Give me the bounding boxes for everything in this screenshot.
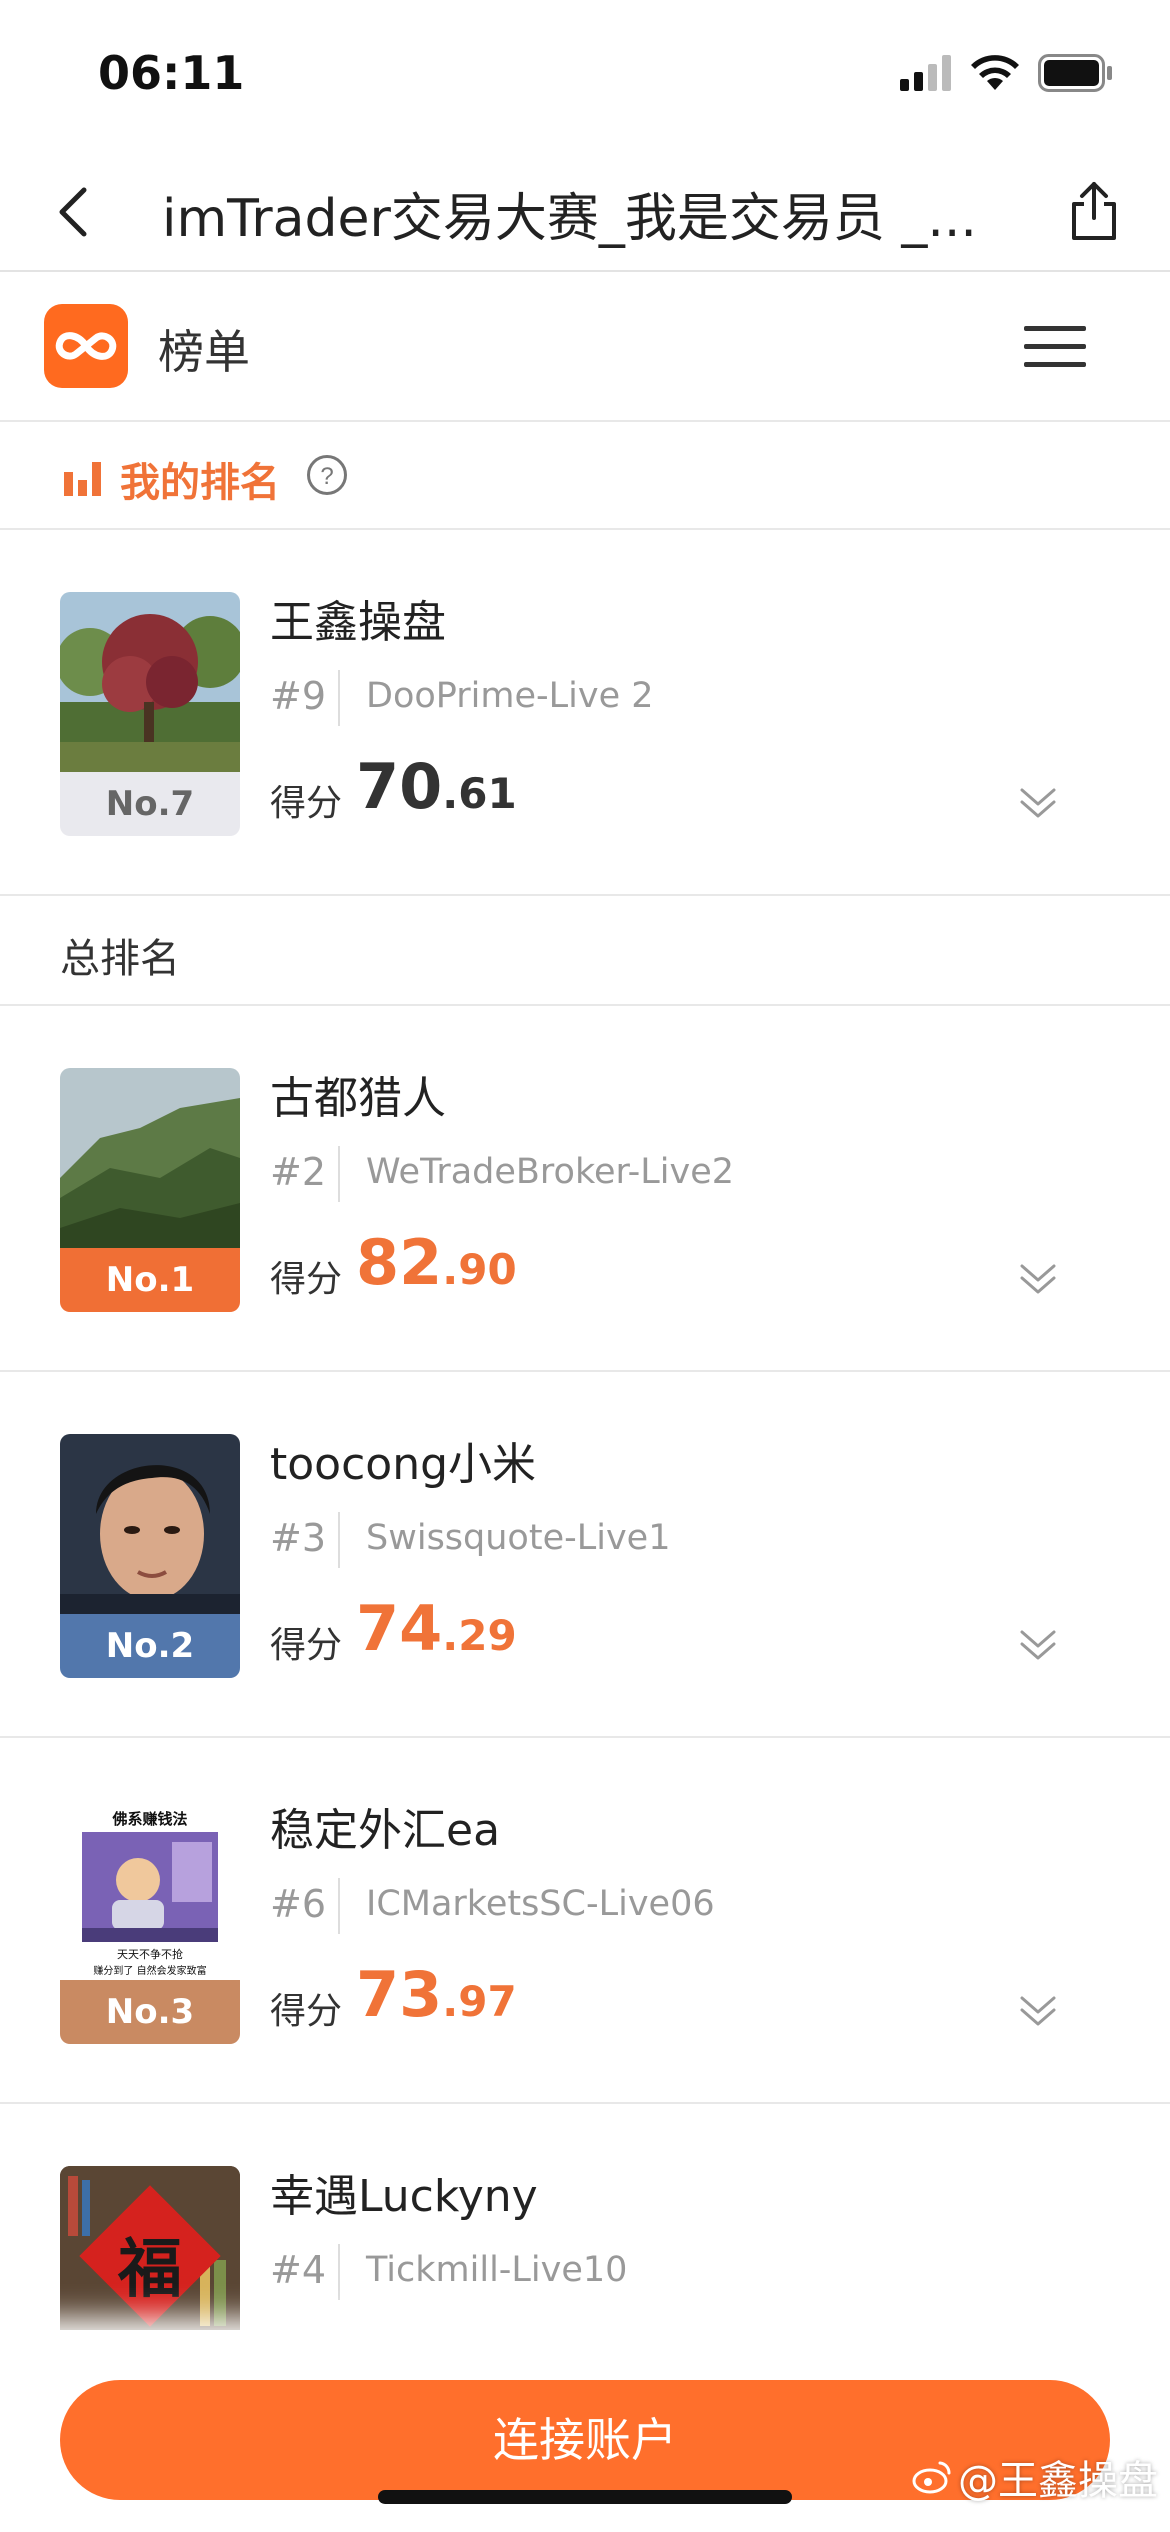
rank-number: #2 [270, 1150, 327, 1194]
rank-card[interactable]: 佛系赚钱法 天天不争不抢 赚分到了 自然会发家致富 No.3 稳定外汇ea #6… [0, 1738, 1170, 2104]
weibo-icon [912, 2461, 951, 2494]
score-label: 得分 [270, 783, 343, 824]
back-icon[interactable] [40, 176, 112, 248]
my-rank-label: 我的排名 [120, 460, 280, 506]
broker-name: Tickmill-Live10 [366, 2250, 628, 2290]
avatar: No.7 [60, 592, 240, 836]
chevron-down-icon[interactable] [1016, 1256, 1060, 1300]
page-title: imTrader交易大赛_我是交易员 _... [162, 189, 977, 249]
rank-badge: No.2 [60, 1614, 240, 1678]
my-rank-header: 我的排名 ? [0, 422, 1170, 530]
svg-text:?: ? [320, 463, 333, 490]
score-decimal: .29 [442, 1611, 517, 1660]
infinity-logo-icon [55, 332, 117, 360]
trader-name: 稳定外汇ea [270, 1805, 501, 1856]
rank-badge: No.1 [60, 1248, 240, 1312]
chevron-down-icon[interactable] [1016, 1622, 1060, 1666]
bar-chart-icon [64, 462, 101, 496]
score-decimal: .90 [442, 1245, 517, 1294]
my-rank-card[interactable]: No.7 王鑫操盘 #9 DooPrime-Live 2 得分 70.61 [0, 530, 1170, 896]
chevron-down-icon[interactable] [1016, 780, 1060, 824]
meme-cartoon-image [82, 1832, 218, 1942]
rank-card[interactable]: No.2 toocong小米 #3 Swissquote-Live1 得分 74… [0, 1372, 1170, 1738]
avatar: No.2 [60, 1434, 240, 1678]
total-rank-label: 总排名 [60, 936, 180, 982]
avatar-meme-image: 佛系赚钱法 天天不争不抢 赚分到了 自然会发家致富 [60, 1800, 240, 1980]
avatar-fu-image: 福 [60, 2166, 240, 2346]
divider [338, 1146, 340, 1202]
score-value: 70.61 [356, 750, 517, 823]
help-icon[interactable]: ? [306, 454, 348, 496]
cellular-signal-icon [900, 55, 951, 91]
chevron-down-icon[interactable] [1016, 1988, 1060, 2032]
score-decimal: .97 [442, 1977, 517, 2026]
broker-name: Swissquote-Live1 [366, 1518, 671, 1558]
score-label: 得分 [270, 1259, 343, 1300]
score-decimal: .61 [442, 769, 517, 818]
menu-icon[interactable] [1024, 324, 1086, 370]
app-header: 榜单 [0, 272, 1170, 422]
fu-character: 福 [118, 2232, 182, 2307]
meme-line-1: 天天不争不抢 [117, 1948, 183, 1961]
status-bar: 06:11 [0, 0, 1170, 150]
avatar: No.1 [60, 1068, 240, 1312]
app-name: 榜单 [158, 325, 250, 379]
rank-number: #6 [270, 1882, 327, 1926]
meme-title: 佛系赚钱法 [112, 1810, 188, 1828]
broker-name: WeTradeBroker-Live2 [366, 1152, 735, 1192]
rank-badge: No.7 [60, 772, 240, 836]
score-value: 82.90 [356, 1226, 517, 1299]
avatar-portrait-image [60, 1434, 240, 1614]
rank-card[interactable]: No.1 古都猎人 #2 WeTradeBroker-Live2 得分 82.9… [0, 1006, 1170, 1372]
nav-bar: imTrader交易大赛_我是交易员 _... [0, 150, 1170, 272]
score-integer: 73 [356, 1958, 443, 2031]
app-logo [44, 304, 128, 388]
status-icons [900, 54, 1114, 92]
divider [338, 1878, 340, 1934]
trader-name: 幸遇Luckyny [270, 2171, 538, 2222]
share-icon[interactable] [1058, 174, 1130, 246]
score-integer: 70 [356, 750, 443, 823]
score-value: 74.29 [356, 1592, 517, 1665]
avatar-tree-image [60, 592, 240, 772]
divider [338, 670, 340, 726]
divider [338, 2244, 340, 2300]
trader-name: 古都猎人 [270, 1073, 446, 1124]
score-integer: 82 [356, 1226, 443, 1299]
battery-icon [1038, 54, 1112, 92]
trader-name: 王鑫操盘 [270, 597, 446, 648]
meme-line-2: 赚分到了 自然会发家致富 [93, 1966, 207, 1977]
wifi-icon [971, 55, 1019, 90]
rank-number: #3 [270, 1516, 327, 1560]
watermark: @王鑫操盘 [912, 2448, 1158, 2506]
status-time: 06:11 [98, 46, 245, 100]
avatar: 佛系赚钱法 天天不争不抢 赚分到了 自然会发家致富 No.3 [60, 1800, 240, 2044]
watermark-text: @王鑫操盘 [958, 2458, 1158, 2504]
score-label: 得分 [270, 1991, 343, 2032]
score-integer: 74 [356, 1592, 443, 1665]
broker-name: ICMarketsSC-Live06 [366, 1884, 715, 1924]
trader-name: toocong小米 [270, 1439, 537, 1490]
rank-number: #9 [270, 674, 327, 718]
avatar-mountain-image [60, 1068, 240, 1248]
divider [338, 1512, 340, 1568]
rank-number: #4 [270, 2248, 327, 2292]
rank-badge: No.3 [60, 1980, 240, 2044]
score-label: 得分 [270, 1625, 343, 1666]
score-value: 73.97 [356, 1958, 517, 2031]
home-indicator[interactable] [378, 2490, 792, 2504]
total-rank-header: 总排名 [0, 896, 1170, 1006]
broker-name: DooPrime-Live 2 [366, 676, 654, 716]
